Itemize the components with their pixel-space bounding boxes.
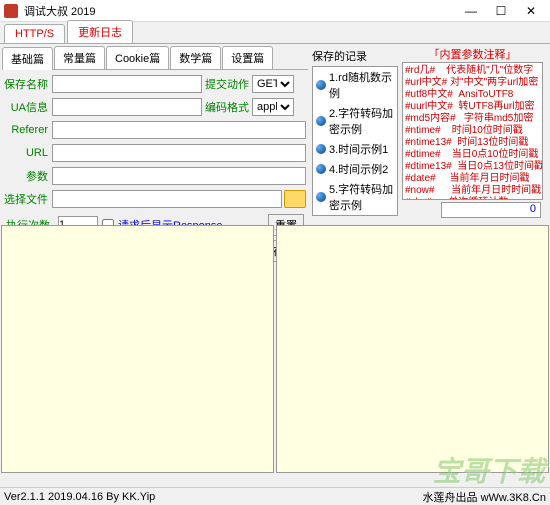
tab-basic[interactable]: 基础篇 — [2, 47, 53, 70]
app-icon — [4, 4, 18, 18]
main-tabs: HTTP/S 更新日志 — [0, 22, 550, 44]
bullet-icon — [316, 192, 326, 202]
params-help-box: #rd几# 代表随机"几"位数字 #url中文# 对"中文"两字url加密 #u… — [402, 62, 543, 200]
file-path-input[interactable] — [52, 190, 282, 208]
list-item[interactable]: 2.字符转码加密示例 — [313, 103, 397, 139]
submit-action-select[interactable]: GET — [252, 75, 294, 93]
sub-tabs: 基础篇 常量篇 Cookie篇 数学篇 设置篇 — [2, 46, 308, 70]
saved-records-title: 保存的记录 — [312, 48, 398, 64]
close-button[interactable]: ✕ — [516, 0, 546, 22]
bullet-icon — [316, 144, 326, 154]
save-name-label: 保存名称 — [4, 76, 52, 92]
status-bar: Ver2.1.1 2019.04.16 By KK.Yip 水莲舟出品 wWw.… — [0, 487, 550, 505]
select-file-label: 选择文件 — [4, 191, 52, 207]
list-item[interactable]: 6.文件上传示例 — [313, 215, 397, 216]
submit-action-label: 提交动作 — [202, 76, 252, 92]
browse-file-button[interactable] — [284, 190, 306, 208]
maximize-button[interactable]: ☐ — [486, 0, 516, 22]
tab-http[interactable]: HTTP/S — [4, 24, 65, 43]
output-pane-right[interactable] — [276, 225, 549, 473]
list-item[interactable]: 5.字符转码加密示例 — [313, 179, 397, 215]
encoding-select[interactable]: appli — [252, 98, 294, 116]
save-name-input[interactable] — [52, 75, 202, 93]
titlebar: 调试大叔 2019 — ☐ ✕ — [0, 0, 550, 22]
tab-const[interactable]: 常量篇 — [54, 46, 105, 69]
list-item[interactable]: 1.rd随机数示例 — [313, 67, 397, 103]
bullet-icon — [316, 164, 326, 174]
referer-input[interactable] — [52, 121, 306, 139]
params-label: 参数 — [4, 168, 52, 184]
bullet-icon — [316, 116, 326, 126]
list-item[interactable]: 4.时间示例2 — [313, 159, 397, 179]
counter-value: 0 — [441, 202, 541, 218]
ua-input[interactable] — [52, 98, 202, 116]
saved-records-list[interactable]: 1.rd随机数示例 2.字符转码加密示例 3.时间示例1 4.时间示例2 5.字… — [312, 66, 398, 216]
encoding-label: 编码格式 — [202, 99, 252, 115]
tab-math[interactable]: 数学篇 — [170, 46, 221, 69]
bullet-icon — [316, 80, 326, 90]
ua-label: UA信息 — [4, 99, 52, 115]
referer-label: Referer — [4, 124, 52, 136]
params-panel-title: 「内置参数注释」 — [402, 46, 543, 62]
params-input[interactable] — [52, 167, 306, 185]
tab-settings[interactable]: 设置篇 — [222, 46, 273, 69]
tab-cookie[interactable]: Cookie篇 — [106, 46, 169, 69]
minimize-button[interactable]: — — [456, 0, 486, 22]
version-label: Ver2.1.1 2019.04.16 By KK.Yip — [4, 491, 155, 503]
url-label: URL — [4, 147, 52, 159]
credits-label: 水莲舟出品 wWw.3K8.Cn — [423, 489, 546, 505]
output-pane-left[interactable] — [1, 225, 274, 473]
list-item[interactable]: 3.时间示例1 — [313, 139, 397, 159]
window-title: 调试大叔 2019 — [24, 3, 456, 19]
url-input[interactable] — [52, 144, 306, 162]
tab-changelog[interactable]: 更新日志 — [67, 20, 133, 43]
